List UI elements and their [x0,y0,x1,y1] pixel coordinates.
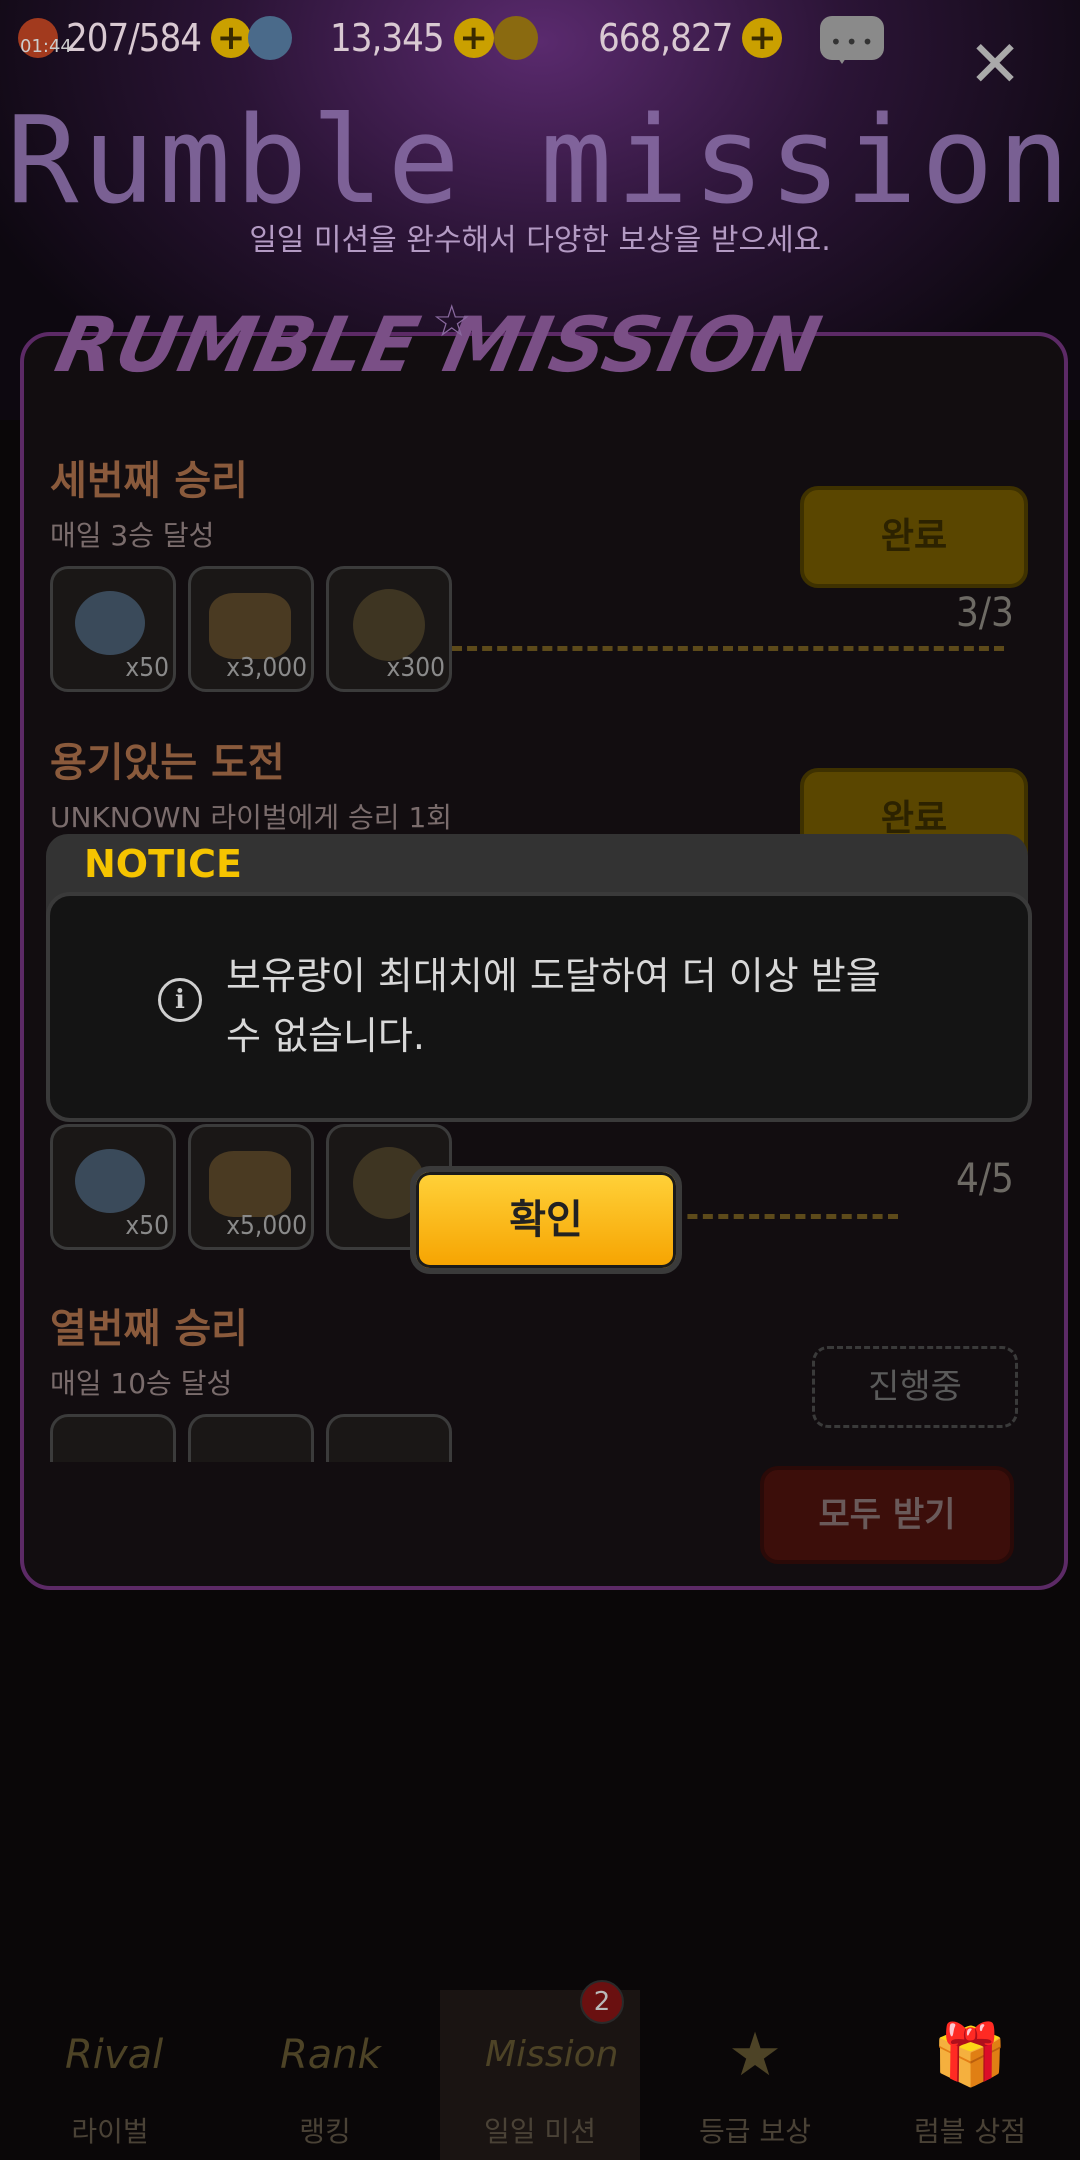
reward-token: x300 [326,566,452,692]
add-hearts-button[interactable]: + [211,18,251,58]
nav-label: 럼블 상점 [914,2115,1026,2148]
reward-token [326,1414,452,1462]
add-coins-button[interactable]: + [742,18,783,58]
nav-label: 등급 보상 [699,2115,811,2148]
gem-icon [75,591,145,655]
reward-qty: x50 [125,1211,169,1241]
notification-badge: 2 [580,1980,624,2024]
star-badge-icon: ★ [728,2020,782,2090]
hearts-value: 207/584 [66,16,202,60]
rival-icon: Rival [65,2032,164,2078]
gems-counter: 13,345 + [248,10,494,66]
reward-coins [188,1414,314,1462]
nav-item-ranking[interactable]: Rank 랭킹 [235,1990,415,2160]
nav-label: 라이벌 [71,2115,149,2148]
progress-bar [672,1214,898,1219]
page-subtitle: 일일 미션을 완수해서 다양한 보상을 받으세요. [249,223,831,258]
info-icon: i [158,978,202,1022]
coins-counter: 668,827 + [494,10,783,66]
gift-icon: 🎁 [932,2020,1008,2090]
gem-icon [248,16,292,60]
nav-label: 랭킹 [299,2115,351,2148]
mission-progress: 3/3 [956,590,1014,636]
close-button[interactable]: ✕ [965,33,1025,97]
chat-button[interactable]: ••• [820,16,884,64]
reward-gems: x50 [50,1124,176,1250]
nav-item-rumble-shop[interactable]: 🎁 럼블 상점 [880,1990,1060,2160]
claim-all-button[interactable]: 모두 받기 [760,1466,1014,1564]
in-progress-button[interactable]: 진행중 [812,1346,1018,1428]
chat-icon: ••• [830,30,878,54]
nav-label: 일일 미션 [484,2115,596,2148]
coins-icon [209,1151,291,1217]
bottom-nav: Rival 라이벌 Rank 랭킹 Mission 일일 미션 ★ 등급 보상 … [0,1990,1080,2160]
mission-icon: Mission [485,2034,619,2075]
globe-icon: Rank [280,2032,381,2078]
page-title: Rumble mission [6,92,1074,231]
reward-qty: x5,000 [226,1211,307,1241]
mission-progress: 4/5 [956,1156,1014,1202]
reward-qty: x300 [386,653,445,683]
reward-gems: x50 [50,566,176,692]
reward-coins: x3,000 [188,566,314,692]
heart-timer: 01:44 [20,36,72,57]
notice-message: 보유량이 최대치에 도달하여 더 이상 받을 수 없습니다. [226,954,881,1058]
add-gems-button[interactable]: + [453,18,494,58]
currency-bar: 207/584 + 01:44 13,345 + 668,827 + ••• ✕ [0,0,1080,97]
reward-coins: x5,000 [188,1124,314,1250]
reward-gems [50,1414,176,1462]
coin-icon [494,16,538,60]
reward-qty: x3,000 [226,653,307,683]
confirm-button[interactable]: 확인 [410,1166,682,1274]
nav-item-grade-reward[interactable]: ★ 등급 보상 [665,1990,845,2160]
reward-qty: x50 [125,653,169,683]
nav-item-rival[interactable]: Rival 라이벌 [20,1990,200,2160]
complete-button[interactable]: 완료 [800,486,1028,588]
coins-icon [209,593,291,659]
token-icon [353,589,425,661]
gem-icon [75,1149,145,1213]
star-icon: ☆ [432,296,472,347]
progress-bar [452,646,1004,651]
notice-title: NOTICE [84,842,243,886]
coins-value: 668,827 [598,16,733,60]
gems-value: 13,345 [330,16,445,60]
